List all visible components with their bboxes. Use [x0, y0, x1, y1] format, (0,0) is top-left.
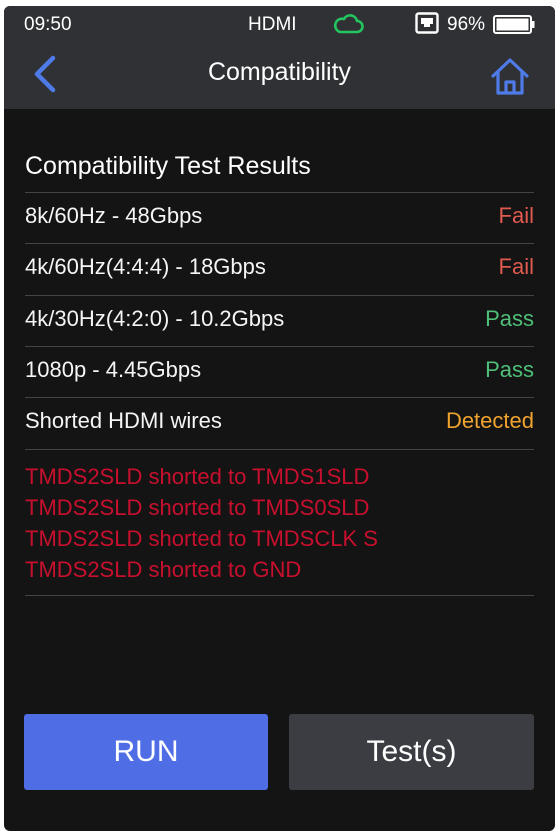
- result-status: Fail: [498, 203, 534, 228]
- error-list: TMDS2SLD shorted to TMDS1SLD TMDS2SLD sh…: [25, 461, 378, 585]
- result-label: Shorted HDMI wires: [25, 408, 222, 433]
- battery-icon: [493, 15, 535, 34]
- error-line: TMDS2SLD shorted to TMDS0SLD: [25, 495, 370, 520]
- result-label: 4k/30Hz(4:2:0) - 10.2Gbps: [25, 306, 285, 331]
- result-label: 1080p - 4.45Gbps: [25, 357, 202, 382]
- device-screen: 09:50 HDMI 96% Compatibility Compatibili…: [4, 6, 555, 831]
- result-label: 8k/60Hz - 48Gbps: [25, 203, 203, 228]
- run-button[interactable]: RUN: [24, 714, 268, 790]
- error-line: TMDS2SLD shorted to GND: [25, 557, 302, 582]
- divider: [25, 595, 534, 596]
- error-line: TMDS2SLD shorted to TMDSCLK S: [25, 526, 378, 551]
- result-row-1080p: 1080p - 4.45Gbps Pass: [25, 347, 534, 397]
- result-label: 4k/60Hz(4:4:4) - 18Gbps: [25, 254, 266, 279]
- result-row-4k30: 4k/30Hz(4:2:0) - 10.2Gbps Pass: [25, 296, 534, 346]
- result-status: Pass: [485, 357, 534, 382]
- result-row-shorted-wires: Shorted HDMI wires Detected: [25, 398, 534, 448]
- divider: [25, 449, 534, 450]
- result-row-8k: 8k/60Hz - 48Gbps Fail: [25, 193, 534, 243]
- results-section-title: Compatibility Test Results: [25, 152, 311, 180]
- result-row-4k60: 4k/60Hz(4:4:4) - 18Gbps Fail: [25, 244, 534, 294]
- home-icon[interactable]: [488, 55, 532, 97]
- cloud-icon: [333, 14, 364, 34]
- top-bar: 09:50 HDMI 96% Compatibility: [4, 6, 555, 109]
- status-source: HDMI: [248, 14, 297, 35]
- status-time: 09:50: [24, 14, 72, 35]
- result-status: Fail: [498, 254, 534, 279]
- page-title: Compatibility: [207, 58, 352, 86]
- result-status: Detected: [445, 408, 534, 433]
- error-line: TMDS2SLD shorted to TMDS1SLD: [25, 464, 370, 489]
- result-status: Pass: [485, 306, 534, 331]
- battery-percentage: 96%: [447, 14, 486, 35]
- network-port-icon: [415, 12, 439, 34]
- tests-button[interactable]: Test(s): [289, 714, 534, 790]
